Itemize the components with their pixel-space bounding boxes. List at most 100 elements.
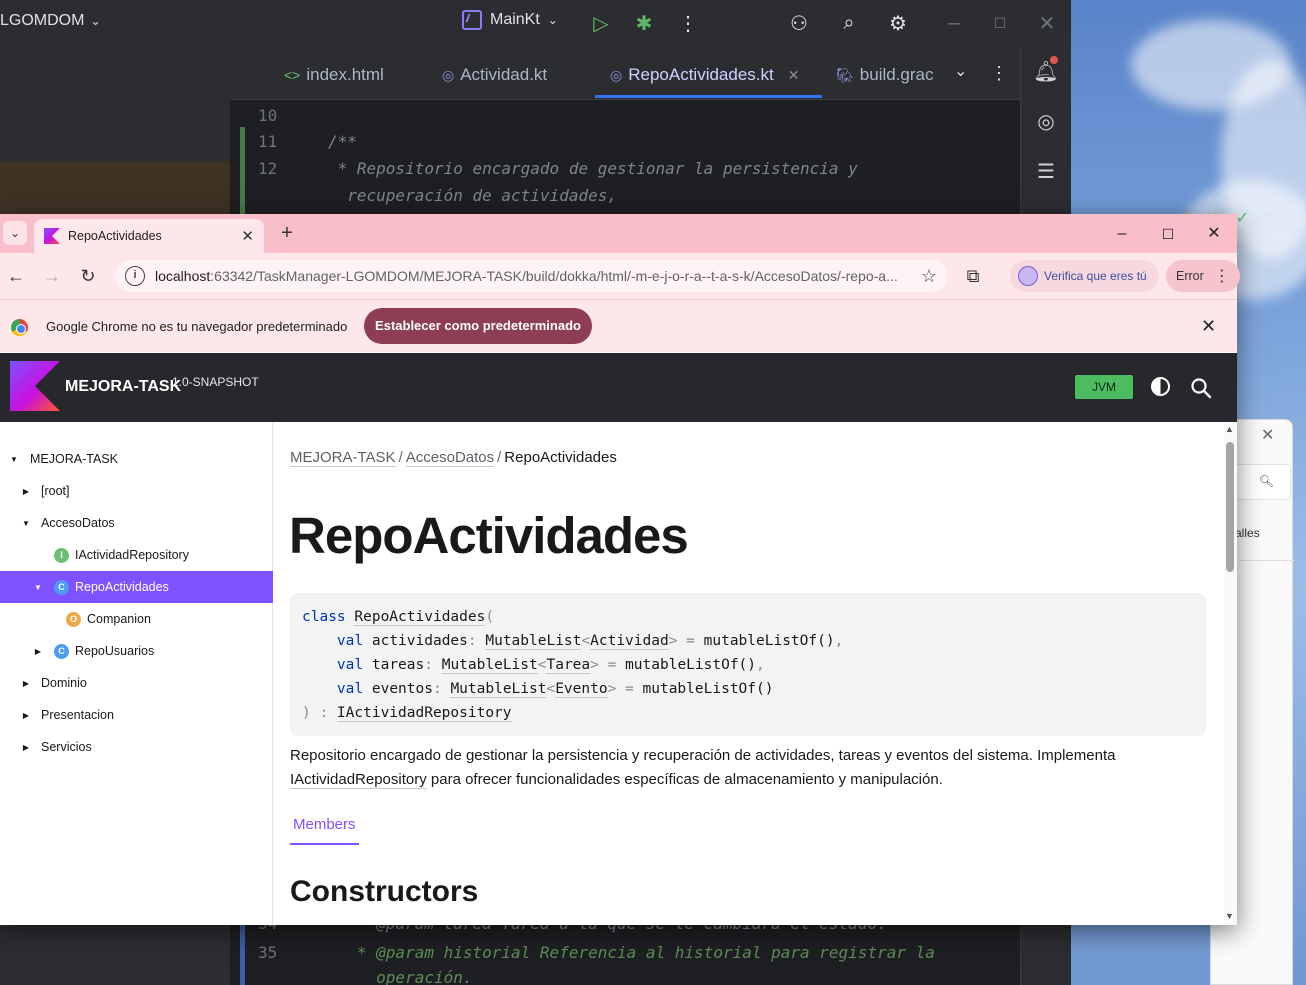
nav-item-presentacion[interactable]: ▶ Presentacion bbox=[0, 699, 273, 731]
nav-item-servicios[interactable]: ▶ Servicios bbox=[0, 731, 273, 763]
search-icon[interactable]: ⌕ bbox=[836, 10, 862, 36]
forward-arrow-icon[interactable]: → bbox=[40, 264, 64, 288]
verify-label: Verifica que eres tú bbox=[1044, 269, 1147, 283]
chevron-up-icon[interactable]: ⌃ bbox=[1261, 208, 1274, 246]
signature-line: class RepoActividades( bbox=[302, 609, 495, 626]
interface-link[interactable]: IActividadRepository bbox=[290, 771, 427, 789]
maximize-icon[interactable]: ☐ bbox=[987, 10, 1013, 36]
close-icon[interactable]: ✕ bbox=[1202, 222, 1226, 246]
kotlin-icon bbox=[462, 10, 482, 30]
nav-item-repoactividades[interactable]: ▼ C RepoActividades bbox=[0, 571, 273, 603]
more-icon[interactable]: ⋮ bbox=[675, 10, 701, 36]
default-browser-infobar: Google Chrome no es tu navegador predete… bbox=[0, 299, 1237, 352]
close-icon[interactable]: ✕ bbox=[1034, 10, 1060, 36]
caret-right-icon[interactable]: ▶ bbox=[21, 679, 31, 688]
caret-down-icon[interactable]: ▼ bbox=[21, 519, 31, 528]
tab-search-chevron-icon[interactable]: ⌄ bbox=[3, 221, 27, 245]
breadcrumb-link[interactable]: MEJORA-TASK bbox=[290, 449, 396, 467]
close-icon[interactable]: ✕ bbox=[788, 67, 800, 84]
nav-item-accesodatos[interactable]: ▼ AccesoDatos bbox=[0, 507, 273, 539]
caret-down-icon[interactable]: ▼ bbox=[33, 583, 43, 592]
run-config-selector[interactable]: MainKt ⌄ bbox=[462, 10, 558, 30]
nav-item-iactividadrepository[interactable]: I IActividadRepository bbox=[0, 539, 273, 571]
browser-tab[interactable]: RepoActividades ✕ bbox=[34, 219, 264, 253]
more-icon[interactable]: ⋮ bbox=[990, 63, 1008, 84]
tab-build-gradle[interactable]: 🐘︎ build.grac bbox=[836, 65, 934, 85]
nav-item-mejora-task[interactable]: ▼ MEJORA-TASK bbox=[0, 443, 273, 475]
tab-label: build.grac bbox=[859, 65, 934, 84]
breadcrumb: MEJORA-TASK / AccesoDatos / RepoActivida… bbox=[290, 449, 617, 467]
code-line: * Repositorio encargado de gestionar la … bbox=[328, 159, 858, 178]
close-icon[interactable]: ✕ bbox=[1261, 425, 1274, 445]
scroll-up-icon[interactable]: ▲ bbox=[1225, 424, 1234, 434]
reload-icon[interactable]: ↻ bbox=[76, 264, 100, 288]
breadcrumb-separator: / bbox=[398, 449, 403, 466]
search-input[interactable]: 🔍︎ bbox=[1231, 464, 1291, 500]
add-user-icon[interactable]: ⚇ bbox=[786, 10, 812, 36]
url-text[interactable]: localhost:63342/TaskManager-LGOMDOM/MEJO… bbox=[155, 268, 911, 284]
search-icon[interactable] bbox=[1190, 377, 1212, 399]
kotlin-favicon-icon bbox=[44, 228, 60, 244]
tab-actividad-kt[interactable]: ◎ Actividad.kt bbox=[442, 65, 547, 85]
section-heading-constructors: Constructors bbox=[290, 875, 479, 908]
browser-window: ⌄ RepoActividades ✕ + – ☐ ✕ ← → ↻ i loca… bbox=[0, 214, 1240, 925]
database-icon[interactable]: ☰ bbox=[1033, 159, 1059, 185]
profile-icon bbox=[1018, 266, 1038, 286]
tab-title: RepoActividades bbox=[68, 229, 162, 243]
chevron-down-icon[interactable]: ⌄ bbox=[1287, 208, 1300, 246]
html-icon: <> bbox=[284, 67, 301, 83]
chevron-down-icon[interactable]: ⌄ bbox=[954, 61, 967, 81]
nav-item-root[interactable]: ▶ [root] bbox=[0, 475, 273, 507]
code-line: recuperación de actividades, bbox=[328, 186, 617, 205]
page-title: RepoActividades bbox=[289, 507, 689, 564]
run-icon[interactable]: ▷ bbox=[588, 10, 614, 36]
tab-members[interactable]: Members bbox=[290, 816, 359, 845]
tab-index-html[interactable]: <> index.html bbox=[284, 65, 384, 85]
platform-filter-jvm[interactable]: JVM bbox=[1075, 375, 1133, 399]
nav-item-companion[interactable]: O Companion bbox=[0, 603, 273, 635]
bookmark-star-icon[interactable]: ☆ bbox=[921, 266, 937, 287]
check-icon: ✓ bbox=[1235, 210, 1250, 227]
change-marker bbox=[240, 127, 245, 217]
caret-right-icon[interactable]: ▶ bbox=[21, 743, 31, 752]
ai-assistant-icon[interactable]: ◎ bbox=[1033, 109, 1059, 135]
nav-item-repousuarios[interactable]: ▶ C RepoUsuarios bbox=[0, 635, 273, 667]
maximize-icon[interactable]: ☐ bbox=[1156, 222, 1180, 246]
settings-gear-icon[interactable]: ⚙ bbox=[885, 10, 911, 36]
class-description: Repositorio encargado de gestionar la pe… bbox=[290, 747, 1116, 789]
caret-right-icon[interactable]: ▶ bbox=[21, 487, 31, 496]
close-tab-icon[interactable]: ✕ bbox=[241, 227, 254, 245]
kotlin-logo-icon[interactable] bbox=[10, 361, 60, 411]
address-bar[interactable]: i localhost:63342/TaskManager-LGOMDOM/ME… bbox=[115, 260, 947, 292]
class-signature: class RepoActividades( val actividades: … bbox=[290, 593, 1206, 736]
notifications-bell-icon[interactable]: 🔔︎ bbox=[1033, 56, 1059, 85]
extensions-puzzle-icon[interactable]: ⧉ bbox=[961, 264, 985, 288]
scroll-thumb[interactable] bbox=[1226, 442, 1234, 572]
new-tab-icon[interactable]: + bbox=[275, 221, 299, 245]
caret-down-icon[interactable]: ▼ bbox=[9, 455, 19, 464]
minimize-icon[interactable]: – bbox=[941, 10, 967, 36]
tab-label: RepoActividades.kt bbox=[628, 65, 774, 84]
close-icon[interactable]: ✕ bbox=[1201, 316, 1216, 337]
scroll-down-icon[interactable]: ▼ bbox=[1225, 911, 1234, 921]
breadcrumb-link[interactable]: AccesoDatos bbox=[405, 449, 495, 467]
minimize-icon[interactable]: – bbox=[1110, 222, 1134, 246]
project-name[interactable]: MEJORA-TASK bbox=[65, 378, 181, 396]
site-info-icon[interactable]: i bbox=[125, 266, 145, 286]
project-selector[interactable]: LGOMDOM ⌄ bbox=[0, 12, 101, 30]
verify-chip[interactable]: Verifica que eres tú bbox=[1010, 260, 1159, 292]
active-tab-indicator bbox=[595, 95, 822, 98]
theme-toggle-icon[interactable] bbox=[1151, 377, 1170, 396]
caret-right-icon[interactable]: ▶ bbox=[21, 711, 31, 720]
debug-icon[interactable]: ✱ bbox=[631, 10, 657, 36]
ide-titlebar: LGOMDOM ⌄ MainKt ⌄ ▷ ✱ ⋮ ⚇ ⌕ ⚙ – ☐ ✕ bbox=[0, 0, 1071, 47]
error-menu-button[interactable]: Error ⋮ bbox=[1166, 260, 1240, 292]
tab-repoactividades-kt[interactable]: ◎ RepoActividades.kt ✕ bbox=[610, 65, 799, 85]
main-content: MEJORA-TASK / AccesoDatos / RepoActivida… bbox=[274, 422, 1224, 925]
line-number: 11 bbox=[258, 132, 278, 151]
nav-item-dominio[interactable]: ▶ Dominio bbox=[0, 667, 273, 699]
set-default-button[interactable]: Establecer como predeterminado bbox=[364, 308, 592, 344]
page-scrollbar[interactable]: ▲ ▼ bbox=[1224, 422, 1237, 925]
caret-right-icon[interactable]: ▶ bbox=[33, 647, 43, 656]
back-arrow-icon[interactable]: ← bbox=[4, 264, 28, 288]
